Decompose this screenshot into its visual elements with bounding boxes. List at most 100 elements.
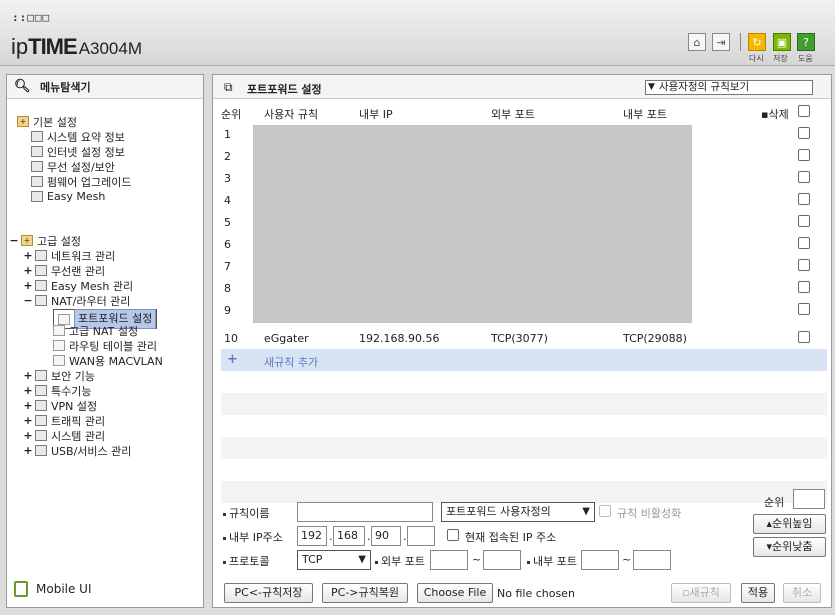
globe-icon <box>31 146 43 157</box>
tree-item-usb-service[interactable]: + USB/서비스 관리 <box>23 444 131 458</box>
tree-basic-settings[interactable]: + 기본 설정 <box>17 115 77 129</box>
mesh-icon <box>35 280 47 291</box>
rule-type-select[interactable]: 포트포워드 사용자정의 ▼ <box>441 502 595 522</box>
external-port-label: 외부 포트 <box>375 553 425 569</box>
internal-ip-label: 내부 IP주소 <box>223 529 283 545</box>
ip-octet-3[interactable]: 90 <box>371 526 401 546</box>
tree-item-nat-router[interactable]: − NAT/라우터 관리 <box>23 294 130 308</box>
internal-port-end[interactable] <box>633 550 671 570</box>
current-ip-checkbox[interactable] <box>447 529 459 541</box>
tree-item-special[interactable]: + 특수기능 <box>23 384 91 398</box>
choose-file-button[interactable]: Choose File <box>417 583 493 603</box>
tree-item-firmware-upgrade[interactable]: 펌웨어 업그레이드 <box>31 175 131 189</box>
ip-octet-2[interactable]: 168 <box>333 526 365 546</box>
rank-up-button[interactable]: ▴순위높임 <box>753 514 826 534</box>
menu-explorer-title: 메뉴탐색기 <box>40 80 91 94</box>
rank-label: 순위 <box>764 496 785 509</box>
expand-icon[interactable]: + <box>23 279 33 292</box>
tree-item-wireless[interactable]: + 무선랜 관리 <box>23 264 105 278</box>
tree-item-routing-table[interactable]: 라우팅 테이블 관리 <box>53 339 157 353</box>
collapse-icon[interactable]: − <box>23 294 33 307</box>
chart-icon <box>31 131 43 142</box>
restore-rules-from-pc-button[interactable]: PC->규칙복원 <box>322 583 408 603</box>
rule-name-input[interactable] <box>297 502 433 522</box>
rank-input[interactable] <box>793 489 825 509</box>
col-user-rule: 사용자 규칙 <box>264 108 319 121</box>
brand-dots: ::□□□ <box>12 11 51 24</box>
chevron-down-icon: ▼ <box>648 82 655 92</box>
delete-checkbox[interactable] <box>798 331 810 343</box>
chevron-down-icon: ▼ <box>358 554 366 565</box>
delete-checkbox[interactable] <box>798 237 810 249</box>
apply-button[interactable]: 적용 <box>741 583 775 603</box>
delete-checkbox[interactable] <box>798 303 810 315</box>
expand-icon[interactable]: + <box>23 399 33 412</box>
refresh-label: 다시 <box>749 54 764 63</box>
tree-advanced-settings[interactable]: − + 고급 설정 <box>9 234 81 248</box>
page-title: 포트포워드 설정 <box>247 83 322 96</box>
redacted-rows-block <box>253 125 692 323</box>
refresh-icon[interactable]: ↻ <box>748 33 766 51</box>
expand-icon[interactable]: + <box>23 369 33 382</box>
external-port-end[interactable] <box>483 550 521 570</box>
expand-icon[interactable]: + <box>23 444 33 457</box>
expand-icon[interactable]: + <box>23 414 33 427</box>
collapse-icon[interactable]: − <box>9 234 19 247</box>
internal-port-label: 내부 포트 <box>527 553 577 569</box>
table-row[interactable]: 10 eGgater 192.168.90.56 TCP(3077) TCP(2… <box>221 327 827 349</box>
home-icon[interactable]: ⌂ <box>688 33 706 51</box>
expand-icon[interactable]: + <box>23 429 33 442</box>
rank-down-button[interactable]: ▾순위낮춤 <box>753 537 826 557</box>
tree-item-traffic[interactable]: + 트래픽 관리 <box>23 414 105 428</box>
ip-octet-4[interactable] <box>407 526 435 546</box>
internal-port-start[interactable] <box>581 550 619 570</box>
panel-header: ⧉ 포트포워드 설정 ▼ 사용자정의 규칙보기 <box>213 75 831 99</box>
ip-octet-1[interactable]: 192 <box>297 526 327 546</box>
tree-item-advanced-nat[interactable]: 고급 NAT 설정 <box>53 324 138 338</box>
tree-item-security[interactable]: + 보안 기능 <box>23 369 95 383</box>
mobile-ui-link[interactable]: Mobile UI <box>14 581 92 597</box>
delete-checkbox[interactable] <box>798 193 810 205</box>
cancel-button[interactable]: 취소 <box>783 583 821 603</box>
tree-item-wireless-security[interactable]: 무선 설정/보안 <box>31 160 115 174</box>
port-forward-panel: ⧉ 포트포워드 설정 ▼ 사용자정의 규칙보기 순위 사용자 규칙 내부 IP … <box>212 74 832 608</box>
add-rule-row[interactable]: + 새규칙 추가 <box>221 349 827 371</box>
tree-item-system[interactable]: + 시스템 관리 <box>23 429 105 443</box>
delete-checkbox[interactable] <box>798 259 810 271</box>
rule-name-label: 규칙이름 <box>223 505 269 521</box>
help-label: 도움 <box>798 54 813 63</box>
special-icon <box>35 385 47 396</box>
protocol-select[interactable]: TCP ▼ <box>297 550 371 570</box>
logout-icon[interactable]: ⇥ <box>712 33 730 51</box>
delete-all-checkbox[interactable] <box>798 105 810 117</box>
expand-icon[interactable]: + <box>23 264 33 277</box>
delete-checkbox[interactable] <box>798 281 810 293</box>
delete-checkbox[interactable] <box>798 149 810 161</box>
tree-item-easy-mesh-manage[interactable]: + Easy Mesh 관리 <box>23 279 133 293</box>
file-status: No file chosen <box>497 587 575 600</box>
expand-icon[interactable]: + <box>23 249 33 262</box>
save-rules-to-pc-button[interactable]: PC<-규칙저장 <box>224 583 313 603</box>
rule-view-select[interactable]: ▼ 사용자정의 규칙보기 <box>645 80 813 95</box>
page-icon <box>53 340 65 351</box>
tree-item-easy-mesh[interactable]: Easy Mesh <box>31 190 105 203</box>
tree-item-vpn[interactable]: + VPN 설정 <box>23 399 97 413</box>
tree-item-system-summary[interactable]: 시스템 요약 정보 <box>31 130 125 144</box>
help-icon[interactable]: ? <box>797 33 815 51</box>
chevron-down-icon: ▼ <box>582 506 590 517</box>
disable-rule-checkbox[interactable] <box>599 505 611 517</box>
delete-checkbox[interactable] <box>798 127 810 139</box>
chart-icon <box>35 430 47 441</box>
external-port-start[interactable] <box>430 550 468 570</box>
delete-checkbox[interactable] <box>798 215 810 227</box>
new-rule-button[interactable]: ▫새규칙 <box>671 583 731 603</box>
expand-icon[interactable]: + <box>23 384 33 397</box>
router-icon <box>35 295 47 306</box>
empty-row <box>221 393 827 415</box>
save-icon[interactable]: ▣ <box>773 33 791 51</box>
tree-item-network[interactable]: + 네트워크 관리 <box>23 249 115 263</box>
folder-icon: + <box>17 116 29 127</box>
tree-item-internet-info[interactable]: 인터넷 설정 정보 <box>31 145 125 159</box>
tree-item-wan-macvlan[interactable]: WAN용 MACVLAN <box>53 354 163 368</box>
delete-checkbox[interactable] <box>798 171 810 183</box>
